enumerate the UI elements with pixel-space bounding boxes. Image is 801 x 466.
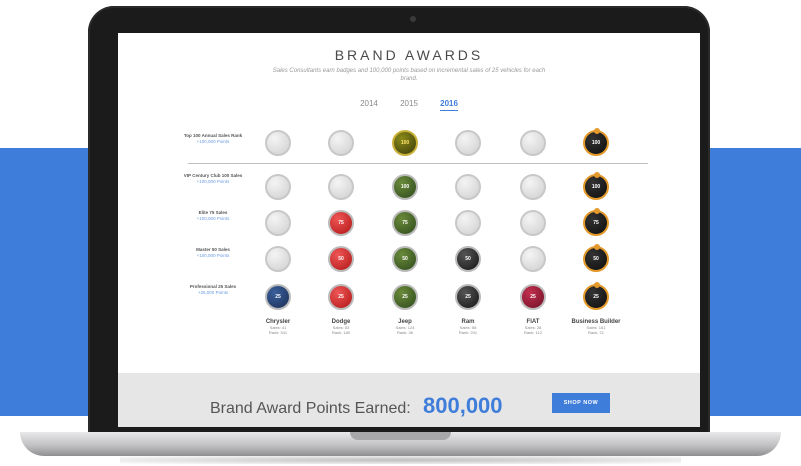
badge-dodge-professional[interactable]: 25 (328, 284, 354, 310)
badge-jeep-top100[interactable]: 100 (392, 130, 418, 156)
camera-icon (410, 16, 416, 22)
row-label: Elite 75 Sales +100,000 Points (196, 210, 230, 221)
badge-dodge-elite[interactable]: 75 (328, 210, 354, 236)
badge-chrysler-professional[interactable]: 25 (265, 284, 291, 310)
badge-ram-vip[interactable] (455, 174, 481, 200)
row-label: Master 50 Sales +100,000 Points (196, 247, 230, 258)
badge-business-builder-top100[interactable]: 100 (583, 128, 609, 156)
badge-chrysler-vip[interactable] (265, 174, 291, 200)
badge-chrysler-elite[interactable] (265, 210, 291, 236)
brand-column-ram: Ram Sales: 58 Rank: 201 (458, 319, 478, 335)
badge-fiat-professional[interactable]: 25 (520, 284, 546, 310)
badge-jeep-master[interactable]: 50 (392, 246, 418, 272)
year-tab-2016[interactable]: 2016 (440, 99, 458, 111)
brand-column-jeep: Jeep Sales: 124 Rank: 36 (395, 319, 415, 335)
badge-business-builder-vip[interactable]: 100 (583, 172, 609, 200)
badge-ram-top100[interactable] (455, 130, 481, 156)
row-label: Professional 25 Sales +25,000 Points (189, 284, 237, 295)
badge-chrysler-master[interactable] (265, 246, 291, 272)
row-label: VIP Century Club 100 Sales +100,000 Poin… (183, 173, 243, 184)
badge-business-builder-master[interactable]: 50 (583, 244, 609, 272)
section-divider (188, 163, 648, 164)
badge-business-builder-elite[interactable]: 75 (583, 208, 609, 236)
shop-now-button[interactable]: SHOP NOW (552, 393, 610, 413)
badge-fiat-top100[interactable] (520, 130, 546, 156)
laptop-notch (350, 432, 451, 440)
year-tabs: 2014 2015 2016 (118, 99, 700, 111)
badge-dodge-top100[interactable] (328, 130, 354, 156)
badge-business-builder-professional[interactable]: 25 (583, 282, 609, 310)
brand-column-business-builder: Business Builder Sales: 161 Rank: 21 (571, 319, 621, 335)
badge-fiat-elite[interactable] (520, 210, 546, 236)
badge-jeep-professional[interactable]: 25 (392, 284, 418, 310)
brand-column-dodge: Dodge Sales: 83 Rank: 180 (331, 319, 351, 335)
brand-column-fiat: FIAT Sales: 28 Rank: 112 (524, 319, 542, 335)
badge-ram-master[interactable]: 50 (455, 246, 481, 272)
badge-fiat-master[interactable] (520, 246, 546, 272)
year-tab-2015[interactable]: 2015 (400, 99, 418, 110)
points-label: Brand Award Points Earned: (210, 400, 411, 417)
badge-dodge-master[interactable]: 50 (328, 246, 354, 272)
points-value: 800,000 (423, 393, 503, 418)
year-tab-2014[interactable]: 2014 (360, 99, 378, 110)
row-label: Top 100 Annual Sales Rank +100,000 Point… (183, 133, 243, 144)
page-subtitle: Sales Consultants earn badges and 100,00… (272, 68, 546, 82)
laptop-screen: BRAND AWARDS Sales Consultants earn badg… (118, 33, 700, 427)
badge-fiat-vip[interactable] (520, 174, 546, 200)
laptop-shadow (120, 456, 681, 464)
page-title: BRAND AWARDS (334, 47, 484, 63)
points-footer: Brand Award Points Earned: 800,000 SHOP … (118, 373, 700, 427)
badge-jeep-vip[interactable]: 100 (392, 174, 418, 200)
badge-ram-professional[interactable]: 25 (455, 284, 481, 310)
badge-dodge-vip[interactable] (328, 174, 354, 200)
brand-column-chrysler: Chrysler Sales: 41 Rank: 341 (265, 319, 291, 335)
badge-ram-elite[interactable] (455, 210, 481, 236)
badge-chrysler-top100[interactable] (265, 130, 291, 156)
badge-jeep-elite[interactable]: 75 (392, 210, 418, 236)
